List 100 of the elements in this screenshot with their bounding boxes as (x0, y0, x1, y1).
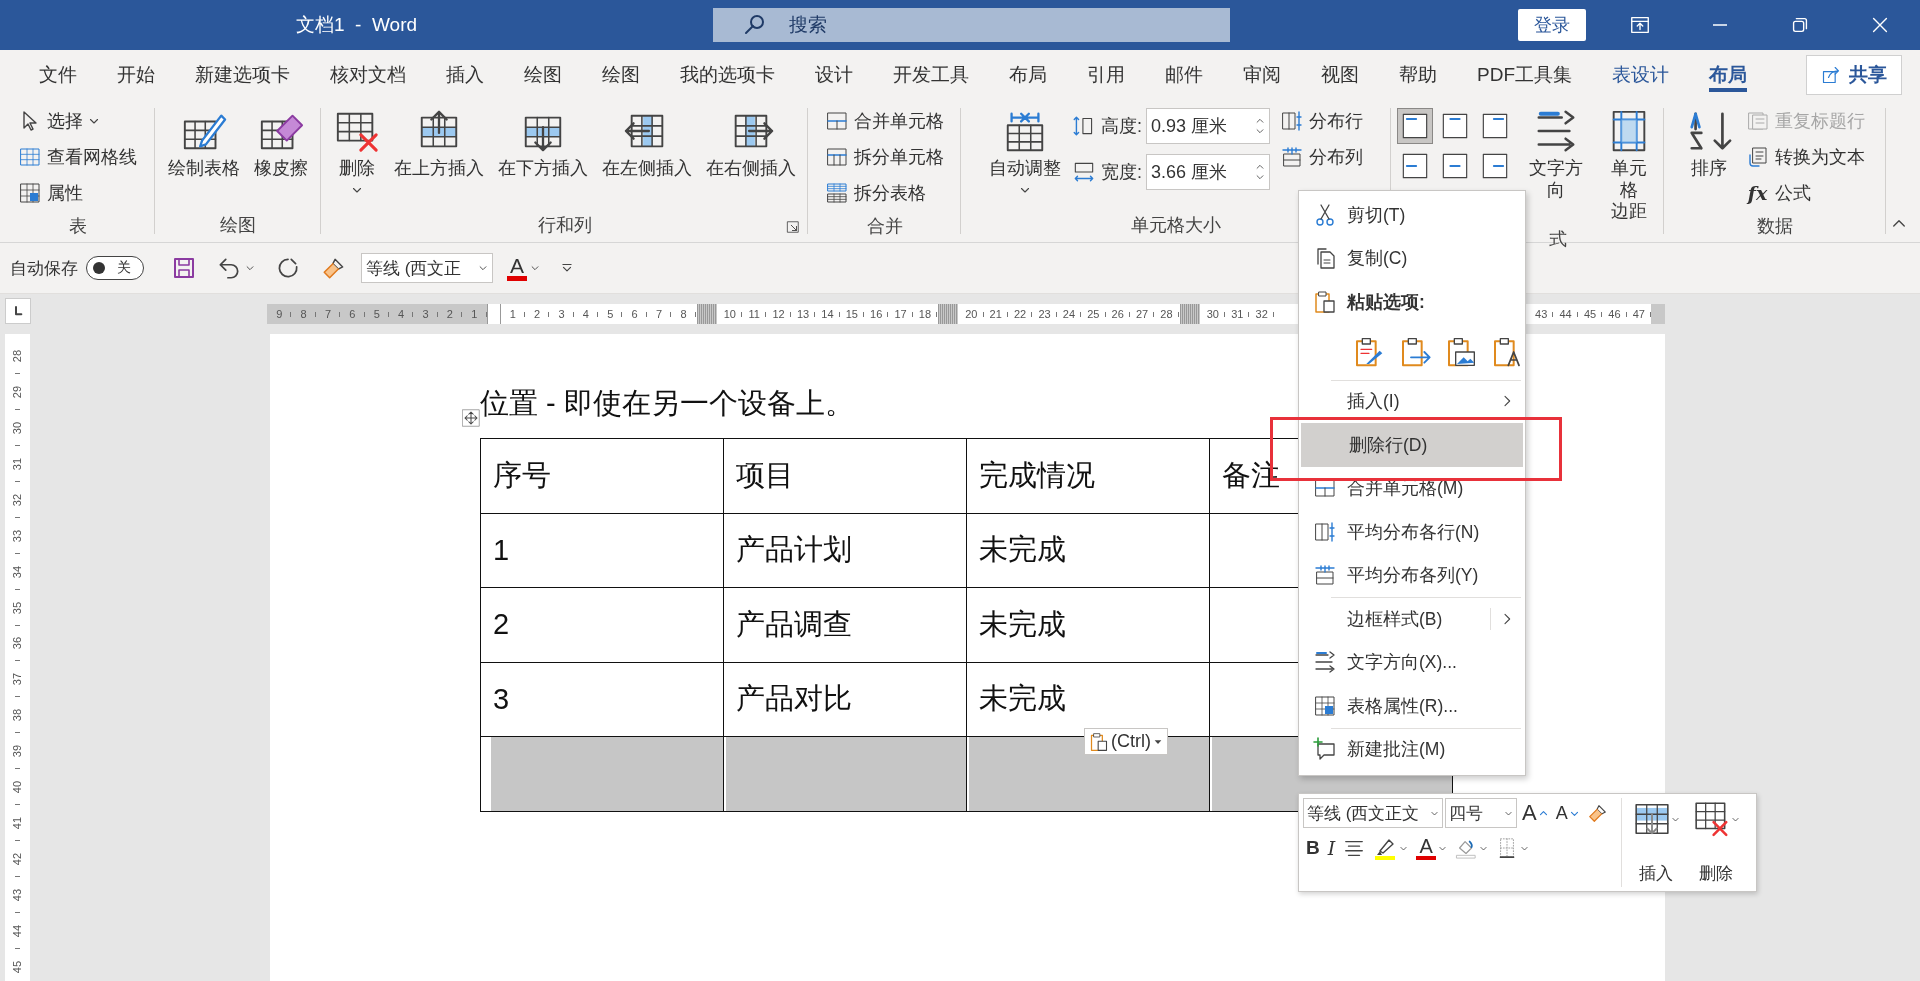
ruler-number: 31 (11, 457, 24, 470)
ribbon-tab[interactable]: 插入 (426, 50, 504, 100)
italic-button[interactable]: I (1324, 835, 1339, 861)
align-button[interactable] (1397, 108, 1433, 144)
ribbon-button[interactable]: 分布列 (1276, 140, 1367, 174)
menu-item[interactable]: 平均分布各行(N) (1299, 510, 1525, 554)
caret-icon (530, 263, 540, 273)
ribbon-button[interactable]: 属性 (14, 176, 141, 210)
ribbon-tab[interactable]: 核对文档 (310, 50, 426, 100)
ribbon-button[interactable]: 删除 (329, 104, 384, 200)
ribbon-tab[interactable]: 布局 (989, 50, 1067, 100)
ribbon-button[interactable]: 自动调整 (985, 104, 1065, 200)
ribbon-button[interactable]: 在上方插入 (389, 104, 488, 184)
ribbon-tab[interactable]: 表设计 (1592, 50, 1689, 100)
ribbon-button[interactable]: 在右侧插入 (701, 104, 800, 184)
ribbon-button[interactable]: fx 公式 (1741, 176, 1869, 210)
column-marker[interactable] (696, 304, 717, 324)
ribbon-tab[interactable]: 开始 (97, 50, 175, 100)
font-select[interactable]: 等线 (西文正文 (1303, 798, 1443, 828)
ribbon-button[interactable]: 转换为文本 (1741, 140, 1869, 174)
ribbon-button[interactable]: 排序 (1681, 104, 1736, 184)
dialog-launcher-icon (786, 220, 800, 234)
ribbon-button[interactable]: 查看网格线 (14, 140, 141, 174)
table-cell: 序号 (480, 438, 724, 513)
spin-field[interactable]: 0.93 厘米 (1146, 108, 1270, 144)
font-size-select[interactable]: 四号 (1445, 798, 1517, 828)
sign-in-button[interactable]: 登录 (1518, 9, 1586, 41)
menu-item[interactable]: 删除行(D) (1301, 423, 1523, 467)
ribbon-tab[interactable]: 引用 (1067, 50, 1145, 100)
ribbon-tab[interactable]: 新建选项卡 (175, 50, 310, 100)
caret-icon (245, 263, 255, 273)
font-color-button[interactable]: A (1413, 834, 1451, 862)
split-cells-icon (825, 145, 849, 169)
table-cell: 产品对比 (723, 662, 967, 737)
ruler-number: 39 (11, 745, 24, 758)
ribbon-button[interactable]: 合并单元格 (821, 104, 948, 138)
bold-button[interactable]: B (1303, 835, 1323, 861)
increase-icon (1538, 808, 1548, 818)
menu-item[interactable]: 表格属性(R)... (1299, 684, 1525, 728)
menu-item[interactable]: 复制(C) (1299, 236, 1525, 280)
ruler-number: 38 (11, 709, 24, 722)
merge-cells-icon (825, 109, 849, 133)
grow-font-button[interactable]: A (1519, 800, 1551, 826)
share-button[interactable]: 共享 (1806, 55, 1902, 95)
group-label: 绘图 (219, 214, 257, 237)
ribbon-tab[interactable]: 布局 (1689, 50, 1767, 100)
paragraph: 位置 - 即使在另一个设备上。 (480, 386, 854, 421)
menu-item[interactable]: 平均分布各列(Y) (1299, 553, 1525, 597)
spin-field[interactable]: 3.66 厘米 (1146, 154, 1270, 190)
ribbon-button[interactable]: 在左侧插入 (597, 104, 696, 184)
ribbon-tab[interactable]: 审阅 (1223, 50, 1301, 100)
ribbon-tab[interactable]: 视图 (1301, 50, 1379, 100)
group-label: 式 (1547, 227, 1568, 251)
font-select[interactable]: 等线 (西文正 (361, 253, 493, 283)
menu-item[interactable]: 文字方向(X)... (1299, 640, 1525, 684)
distribute-columns-icon (1313, 563, 1337, 588)
insert-button[interactable]: 插入 (1626, 798, 1686, 887)
ribbon-tab[interactable]: 文件 (19, 50, 97, 100)
ribbon-tab[interactable]: 帮助 (1379, 50, 1457, 100)
ribbon-button[interactable]: 拆分表格 (821, 176, 948, 210)
ruler-number: 42 (11, 852, 24, 866)
ribbon-tab[interactable]: 我的选项卡 (660, 50, 795, 100)
table-cell: 2 (480, 587, 724, 662)
group-label: 合并 (865, 215, 904, 238)
ribbon-tab[interactable]: 邮件 (1145, 50, 1223, 100)
autosave-label: 自动保存 (10, 257, 78, 280)
autosave-toggle[interactable]: 关 (86, 256, 144, 280)
ribbon-button[interactable]: 绘制表格 (164, 104, 244, 184)
ribbon-button[interactable]: 拆分单元格 (821, 140, 948, 174)
column-marker[interactable] (938, 304, 959, 324)
ribbon-tab[interactable]: 设计 (795, 50, 873, 100)
column-marker[interactable] (1179, 304, 1200, 324)
ribbon-button[interactable]: 橡皮擦 (250, 104, 312, 184)
ribbon-tab[interactable]: 绘图 (504, 50, 582, 100)
ribbon-tab[interactable]: 开发工具 (873, 50, 989, 100)
ribbon-button[interactable]: 分布行 (1276, 104, 1367, 138)
shrink-font-button[interactable]: A (1552, 802, 1582, 824)
search-field[interactable]: 搜索 (713, 8, 1230, 42)
ribbon-button[interactable]: 选择 (14, 104, 141, 138)
menu-heading: 粘贴选项: (1347, 290, 1426, 314)
spin-up-icon (1255, 116, 1265, 126)
keep-format-button[interactable] (1353, 335, 1385, 368)
paste-picture-button[interactable] (1445, 335, 1477, 368)
merge-format-button[interactable] (1399, 335, 1431, 368)
ribbon-button[interactable]: 在下方插入 (493, 104, 592, 184)
ruler-number: 34 (11, 565, 24, 578)
dialog-launcher-button[interactable] (786, 220, 800, 234)
paste-text-button[interactable] (1491, 335, 1523, 368)
table-cell: 1 (480, 513, 724, 588)
ruler-number: 29 (11, 385, 24, 399)
tab-stop-button[interactable] (5, 298, 31, 324)
ribbon-tab[interactable]: 绘图 (582, 50, 660, 100)
ruler-number: 33 (11, 529, 24, 542)
font-color-button[interactable]: A (501, 253, 546, 283)
ribbon-button[interactable]: 单元格 边距 (1599, 104, 1658, 227)
format-painter-icon (1586, 802, 1609, 824)
delete-button[interactable]: 删除 (1686, 798, 1746, 887)
ruler-number: 37 (11, 673, 24, 686)
ribbon-tab[interactable]: PDF工具集 (1457, 50, 1592, 100)
table-move-handle[interactable] (462, 409, 480, 427)
